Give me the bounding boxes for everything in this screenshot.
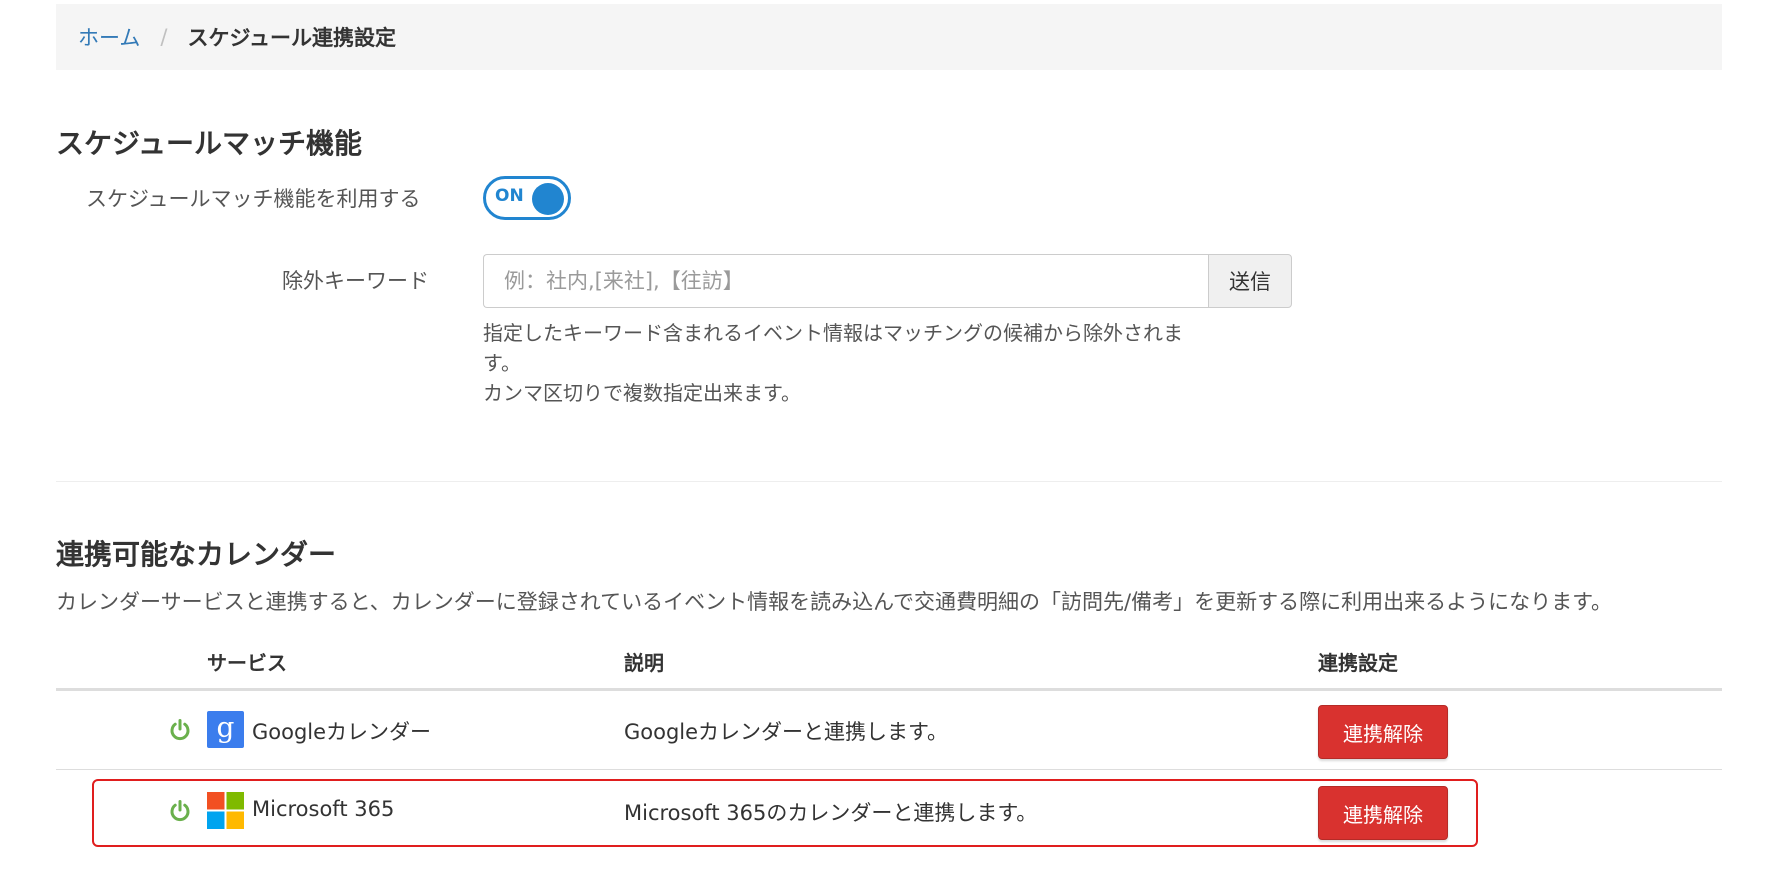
section-divider	[56, 481, 1722, 482]
schedule-match-toggle[interactable]: ON	[483, 176, 571, 220]
exclude-keyword-help: 指定したキーワード含まれるイベント情報はマッチングの候補から除外されま す。 カ…	[483, 318, 1263, 408]
help-text-line: 指定したキーワード含まれるイベント情報はマッチングの候補から除外されま	[483, 321, 1183, 345]
toggle-knob	[532, 183, 564, 215]
schedule-match-toggle-label: スケジュールマッチ機能を利用する	[86, 187, 421, 211]
calendars-description: カレンダーサービスと連携すると、カレンダーに登録されているイベント情報を読み込ん…	[56, 590, 1613, 614]
table-row: g Googleカレンダー Googleカレンダーと連携します。 連携解除	[56, 691, 1722, 769]
column-header-description: 説明	[624, 651, 664, 675]
help-text-line: す。	[483, 351, 521, 375]
row-divider	[56, 769, 1722, 770]
breadcrumb-current: スケジュール連携設定	[187, 26, 396, 50]
exclude-keyword-group: 送信	[483, 254, 1292, 308]
breadcrumb-home-link[interactable]: ホーム	[78, 22, 140, 52]
svg-text:g: g	[217, 711, 235, 744]
send-button[interactable]: 送信	[1208, 254, 1292, 308]
column-header-settings: 連携設定	[1318, 651, 1398, 675]
breadcrumb: ホーム / スケジュール連携設定	[56, 4, 1722, 70]
toggle-state-label: ON	[495, 186, 524, 206]
service-description: Googleカレンダーと連携します。	[624, 720, 948, 744]
calendars-title: 連携可能なカレンダー	[56, 538, 337, 571]
unlink-google-button[interactable]: 連携解除	[1318, 705, 1448, 759]
power-icon	[170, 719, 190, 741]
microsoft-logo-icon	[207, 792, 244, 829]
service-name: Microsoft 365	[252, 797, 395, 821]
power-icon	[170, 800, 190, 822]
schedule-match-title: スケジュールマッチ機能	[56, 127, 363, 160]
google-logo-icon: g	[207, 711, 244, 748]
table-row: Microsoft 365 Microsoft 365のカレンダーと連携します。…	[56, 772, 1722, 850]
exclude-keyword-input[interactable]	[483, 254, 1208, 308]
exclude-keyword-label: 除外キーワード	[282, 269, 429, 293]
help-text-line: カンマ区切りで複数指定出来ます。	[483, 381, 801, 405]
service-name: Googleカレンダー	[252, 720, 432, 744]
unlink-microsoft-button[interactable]: 連携解除	[1318, 786, 1448, 840]
column-header-service: サービス	[207, 651, 287, 675]
service-description: Microsoft 365のカレンダーと連携します。	[624, 801, 1038, 825]
breadcrumb-separator: /	[160, 25, 168, 49]
